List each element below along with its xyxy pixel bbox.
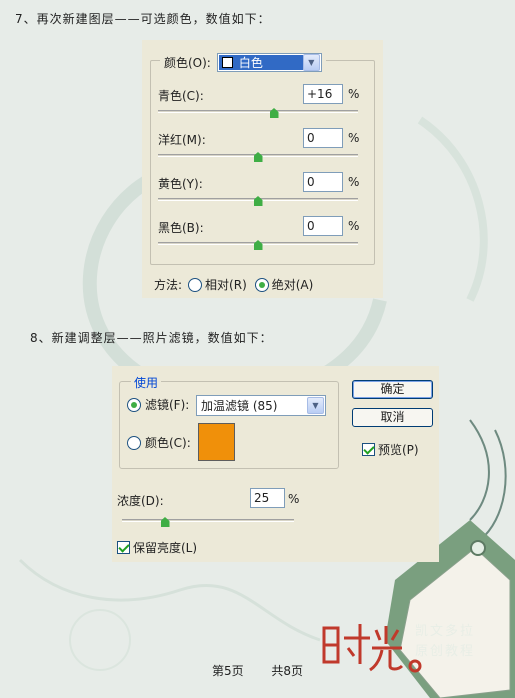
colors-row: 颜色(O): 白色 ▼ [160,53,326,72]
preview-option[interactable]: 预览(P) [362,441,419,458]
filter-color-swatch[interactable] [198,423,235,461]
black-label: 黑色(B): [158,221,204,235]
brand-line-1: 凯文多拉 [415,624,476,639]
black-input[interactable]: 0 [303,216,343,236]
page-number: 第5页 [211,664,244,678]
absolute-radio[interactable] [254,277,269,292]
brand-line-2: 原创教程 [415,644,476,659]
selective-color-panel: 颜色(O): 白色 ▼ 青色(C): +16 % 洋红(M): 0 % 黄色(Y… [142,40,383,298]
chevron-down-icon[interactable]: ▼ [302,54,320,71]
relative-label: 相对(R) [205,278,247,292]
cyan-label: 青色(C): [158,89,204,103]
preserve-luminosity-label: 保留亮度(L) [133,541,198,555]
colors-dropdown[interactable]: 白色 ▼ [216,53,322,72]
colors-label: 颜色(O): [164,56,211,70]
preserve-luminosity-checkbox[interactable] [117,541,130,554]
color-radio[interactable] [127,435,141,450]
color-label: 颜色(C): [145,436,191,450]
method-row: 方法: 相对(R) 绝对(A) [154,276,321,293]
color-option[interactable]: 颜色(C): [127,434,191,451]
colors-selected-value: 白色 [218,55,303,70]
use-label: 使用 [131,374,162,391]
page-footer: 第5页 共8页 [0,662,515,679]
cyan-unit: % [348,87,360,101]
filter-option[interactable]: 滤镜(F): [127,396,189,413]
colors-value: 白色 [238,56,263,70]
chevron-down-icon[interactable]: ▼ [307,397,324,414]
density-label: 浓度(D): [117,494,164,508]
step-8-heading: 8、新建调整层——照片滤镜，数值如下： [30,331,273,345]
absolute-option[interactable]: 绝对(A) [254,276,314,293]
density-slider[interactable] [122,519,294,522]
photo-filter-panel: 使用 滤镜(F): 加温滤镜 (85) ▼ 颜色(C): 确定 取消 预览(P)… [112,366,439,562]
filter-radio[interactable] [127,397,141,412]
density-unit: % [288,492,300,506]
page-total: 共8页 [271,664,304,678]
preview-label: 预览(P) [378,443,419,457]
density-input[interactable]: 25 [250,488,285,508]
yellow-label: 黄色(Y): [158,177,203,191]
preserve-luminosity-option[interactable]: 保留亮度(L) [117,539,197,556]
ok-button[interactable]: 确定 [352,380,433,399]
relative-option[interactable]: 相对(R) [188,276,247,293]
cancel-button[interactable]: 取消 [352,408,433,427]
preview-checkbox[interactable] [362,443,375,456]
magenta-unit: % [348,131,360,145]
filter-dropdown[interactable]: 加温滤镜 (85) ▼ [196,395,326,416]
brand-text: 凯文多拉 原创教程 [415,622,475,662]
cyan-slider[interactable] [158,110,358,113]
black-unit: % [348,219,360,233]
magenta-input[interactable]: 0 [303,128,343,148]
magenta-label: 洋红(M): [158,133,206,147]
relative-radio[interactable] [188,277,203,292]
filter-value: 加温滤镜 (85) [201,399,278,413]
absolute-label: 绝对(A) [271,278,314,292]
filter-label: 滤镜(F): [145,398,190,412]
yellow-input[interactable]: 0 [303,172,343,192]
method-label: 方法: [154,278,183,292]
step-7-heading: 7、再次新建图层——可选颜色，数值如下： [15,12,271,26]
yellow-unit: % [348,175,360,189]
cyan-input[interactable]: +16 [303,84,343,104]
white-swatch-icon [221,57,233,68]
